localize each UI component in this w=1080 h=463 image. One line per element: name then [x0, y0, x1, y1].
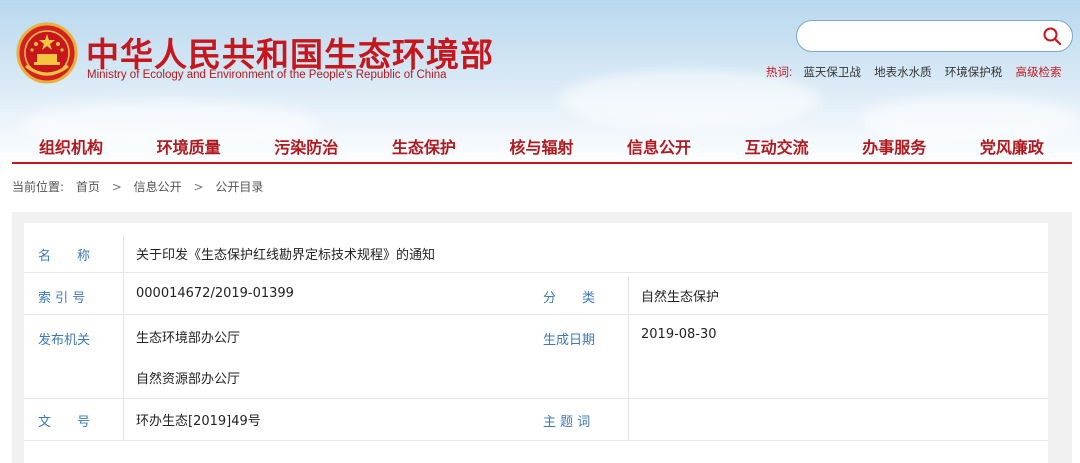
- name-label: 名 称: [38, 249, 91, 264]
- column-divider: [628, 276, 629, 440]
- issuer-label: 发布机关: [38, 333, 91, 348]
- main-nav: 组织机构 环境质量 污染防治 生态保护 核与辐射 信息公开 互动交流 办事服务 …: [12, 136, 1072, 164]
- search-input[interactable]: [796, 20, 1073, 52]
- breadcrumb-separator: >: [111, 180, 122, 194]
- site-subtitle: Ministry of Ecology and Environment of t…: [87, 69, 447, 81]
- advanced-search-link[interactable]: 高级检索: [1016, 67, 1062, 79]
- breadcrumb-label: 当前位置:: [12, 180, 65, 194]
- issuer-value: 生态环境部办公厅: [136, 331, 241, 346]
- hotword-link[interactable]: 地表水水质: [874, 67, 932, 79]
- nav-item-ecological-protection[interactable]: 生态保护: [392, 136, 456, 164]
- nav-divider: [12, 162, 1072, 164]
- row-divider: [24, 398, 1048, 399]
- nav-item-organization[interactable]: 组织机构: [39, 136, 103, 164]
- nav-item-environment-quality[interactable]: 环境质量: [157, 136, 221, 164]
- national-emblem-icon[interactable]: [16, 22, 78, 84]
- date-value: 2019-08-30: [641, 327, 717, 342]
- hotwords-bar: 热词: 蓝天保卫战 地表水水质 环境保护税 高级检索: [766, 64, 1062, 80]
- hotword-link[interactable]: 蓝天保卫战: [803, 67, 861, 79]
- category-value: 自然生态保护: [641, 290, 720, 305]
- column-divider: [123, 235, 124, 440]
- category-label: 分 类: [543, 291, 596, 306]
- hotwords-label: 热词:: [766, 67, 793, 79]
- index-label: 索 引 号: [38, 291, 86, 306]
- nav-item-pollution-control[interactable]: 污染防治: [274, 136, 338, 164]
- row-divider: [24, 440, 1048, 441]
- nav-item-information-disclosure[interactable]: 信息公开: [627, 136, 691, 164]
- hotword-link[interactable]: 环境保护税: [945, 67, 1003, 79]
- date-label: 生成日期: [543, 333, 596, 348]
- name-value: 关于印发《生态保护红线勘界定标技术规程》的通知: [136, 248, 436, 263]
- breadcrumb-info-disclosure[interactable]: 信息公开: [134, 180, 182, 194]
- nav-item-party-conduct[interactable]: 党风廉政: [980, 136, 1044, 164]
- doc-number-label: 文 号: [38, 415, 91, 430]
- breadcrumb-catalog[interactable]: 公开目录: [215, 180, 263, 194]
- nav-item-interaction[interactable]: 互动交流: [745, 136, 809, 164]
- search-icon[interactable]: [1042, 26, 1062, 46]
- breadcrumb: 当前位置: 首页 > 信息公开 > 公开目录: [12, 178, 263, 195]
- breadcrumb-separator: >: [193, 180, 204, 194]
- issuer-value: 自然资源部办公厅: [136, 372, 241, 387]
- index-value: 000014672/2019-01399: [136, 286, 294, 301]
- nav-item-services[interactable]: 办事服务: [862, 136, 926, 164]
- nav-item-nuclear-radiation[interactable]: 核与辐射: [509, 136, 573, 164]
- doc-number-value: 环办生态[2019]49号: [136, 414, 261, 429]
- row-divider: [24, 272, 1048, 273]
- row-divider: [24, 314, 1048, 315]
- subject-label: 主 题 词: [543, 415, 591, 430]
- breadcrumb-home[interactable]: 首页: [76, 180, 100, 194]
